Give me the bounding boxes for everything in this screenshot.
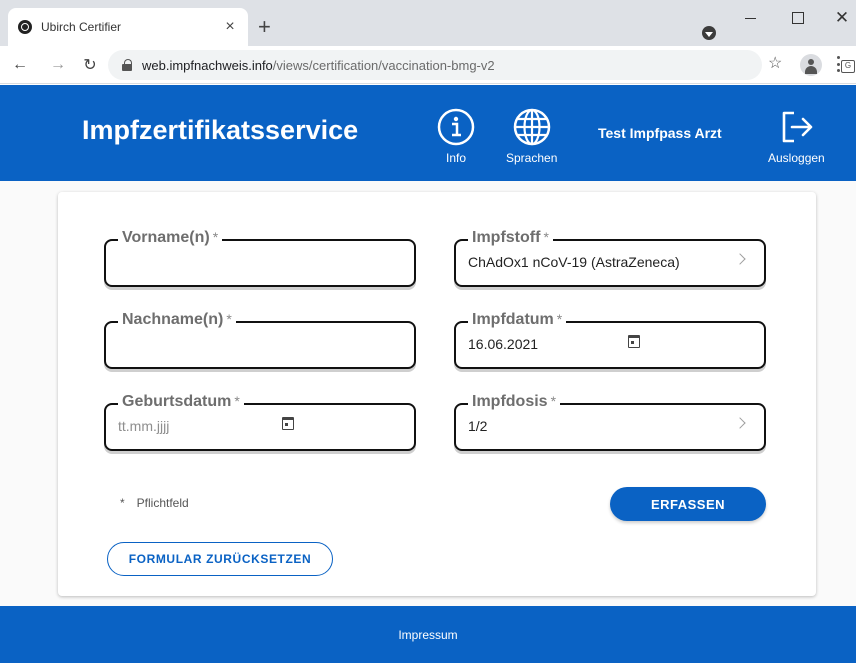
app-header: Impfzertifikatsservice Info Sprachen Tes… [0, 85, 856, 181]
logout-label: Ausloggen [768, 151, 825, 165]
translate-icon[interactable]: G [841, 60, 855, 73]
window-close-button[interactable]: ✕ [824, 6, 856, 30]
tab-title: Ubirch Certifier [41, 20, 122, 34]
impfdosis-select[interactable]: Impfdosis * 1/2 [454, 391, 766, 451]
user-name: Test Impfpass Arzt [598, 125, 722, 141]
browser-toolbar: ← → ↻ web.impfnachweis.info/views/certif… [0, 46, 856, 84]
reload-icon[interactable]: ↻ [80, 55, 100, 75]
nachname-field[interactable]: Nachname(n) * [104, 309, 416, 369]
url-host: web.impfnachweis.info [142, 57, 273, 73]
info-icon [437, 108, 475, 146]
impfdosis-value: 1/2 [468, 418, 488, 434]
address-bar[interactable]: web.impfnachweis.info/views/certificatio… [108, 50, 855, 80]
impfdatum-field[interactable]: Impfdatum * 16.06.2021 [454, 309, 766, 369]
impfstoff-label: Impfstoff * [468, 227, 553, 248]
calendar-icon[interactable] [282, 417, 294, 430]
window-minimize-button[interactable] [732, 6, 768, 30]
geburtsdatum-label: Geburtsdatum * [118, 391, 244, 412]
impressum-link[interactable]: Impressum [398, 628, 457, 642]
tab-close-icon[interactable]: × [222, 18, 238, 36]
info-button[interactable]: Info [436, 107, 476, 165]
submit-button[interactable]: ERFASSEN [610, 487, 766, 521]
forward-arrow-icon[interactable]: → [48, 55, 68, 75]
calendar-icon[interactable] [628, 335, 640, 348]
impfdosis-label: Impfdosis * [468, 391, 561, 412]
window-maximize-button[interactable] [780, 6, 816, 30]
nachname-label: Nachname(n) * [118, 309, 236, 330]
footer: Impressum [0, 606, 856, 663]
globe-icon [513, 108, 550, 146]
bookmark-star-icon[interactable]: ☆ [768, 56, 782, 72]
vorname-field[interactable]: Vorname(n) * [104, 227, 416, 287]
ubirch-favicon-icon [18, 20, 32, 34]
browser-tab-bar: Ubirch Certifier × + ✕ [0, 0, 856, 46]
impfstoff-value: ChAdOx1 nCoV-19 (AstraZeneca) [468, 254, 680, 270]
impfdatum-label: Impfdatum * [468, 309, 567, 330]
app-title: Impfzertifikatsservice [82, 115, 359, 145]
lock-icon[interactable] [122, 59, 132, 71]
browser-tab[interactable]: Ubirch Certifier × [8, 8, 248, 46]
tab-search-icon[interactable] [702, 26, 716, 40]
language-label: Sprachen [506, 151, 558, 165]
geburtsdatum-field[interactable]: Geburtsdatum * tt.mm.jjjj [104, 391, 416, 451]
back-arrow-icon[interactable]: ← [10, 55, 30, 75]
url-path: /views/certification/vaccination-bmg-v2 [272, 57, 495, 73]
logout-icon [783, 111, 813, 143]
logout-button[interactable]: Ausloggen [768, 107, 825, 165]
browser-menu-icon[interactable] [836, 56, 840, 72]
impfdatum-value: 16.06.2021 [468, 336, 539, 352]
language-button[interactable]: Sprachen [506, 107, 557, 165]
profile-avatar-icon[interactable] [800, 54, 822, 76]
reset-form-button[interactable]: FORMULAR ZURÜCKSETZEN [107, 542, 333, 576]
vorname-label: Vorname(n) * [118, 227, 223, 248]
impfstoff-select[interactable]: Impfstoff * ChAdOx1 nCoV-19 (AstraZeneca) [454, 227, 766, 287]
new-tab-button[interactable]: + [258, 16, 271, 38]
geburtsdatum-placeholder: tt.mm.jjjj [118, 418, 170, 434]
info-label: Info [445, 151, 466, 165]
required-field-note: * Pflichtfeld [120, 496, 189, 510]
